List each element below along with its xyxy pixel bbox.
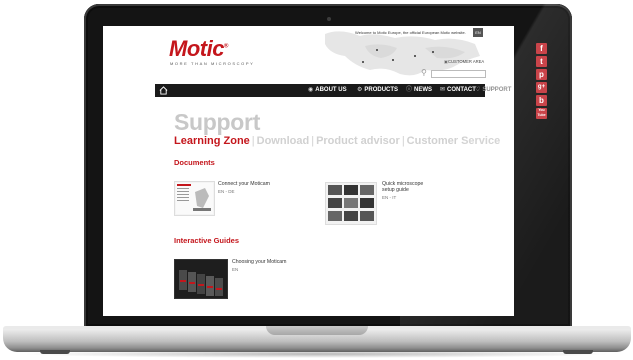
nav-label: CONTACT (447, 87, 476, 93)
laptop-foot (40, 350, 70, 354)
subnav-learning-zone[interactable]: Learning Zone (174, 135, 250, 147)
guide-languages: EN (232, 267, 239, 272)
logo-registered-mark: ® (223, 43, 228, 50)
motic-logo[interactable]: Motic® (169, 36, 228, 62)
logo-text: Motic (169, 36, 224, 61)
customer-area-link[interactable]: CUSTOMER AREA (448, 59, 484, 64)
globe-icon: ◉ (308, 87, 314, 93)
info-icon: ⓘ (406, 87, 413, 93)
home-icon[interactable] (159, 86, 168, 95)
tumblr-icon[interactable]: t (536, 56, 547, 67)
google-plus-icon[interactable]: g+ (536, 82, 547, 93)
nav-label: NEWS (414, 87, 433, 93)
nav-products[interactable]: ⚙ PRODUCTS (357, 84, 398, 97)
welcome-message: Welcome to Motic Europe, the official Eu… (355, 30, 466, 35)
interactive-guides-heading: Interactive Guides (174, 236, 240, 245)
subnav-product-advisor[interactable]: Product advisor (316, 135, 400, 147)
guide-thumbnail-choosing-moticam[interactable] (174, 259, 228, 299)
document-title-quick-setup[interactable]: Quick microscope setup guide (382, 181, 437, 193)
laptop-foot (563, 350, 593, 354)
youtube-icon[interactable]: You Tube (536, 108, 547, 119)
document-languages: EN - IT (382, 195, 397, 200)
chat-icon: ♡ (475, 87, 481, 93)
site-header: Motic® MORE THAN MICROSCOPY Welcome to M… (155, 26, 486, 84)
guide-title-choosing-moticam[interactable]: Choosing your Moticam (232, 259, 312, 265)
subnav-customer-service[interactable]: Customer Service (407, 135, 501, 147)
webcam (327, 17, 331, 21)
pinterest-icon[interactable]: p (536, 69, 547, 80)
subnav-download[interactable]: Download (257, 135, 310, 147)
nav-label: ABOUT US (315, 87, 347, 93)
laptop-screen: Motic® MORE THAN MICROSCOPY Welcome to M… (103, 26, 514, 316)
nav-label: SUPPORT (482, 87, 512, 93)
website-content: Motic® MORE THAN MICROSCOPY Welcome to M… (155, 26, 511, 316)
logo-tagline: MORE THAN MICROSCOPY (170, 61, 255, 66)
main-nav: ◉ ABOUT US ⚙ PRODUCTS ⓘ NEWS ✉ CONTACT ♡ SUPP… (155, 84, 511, 97)
mail-icon: ✉ (440, 87, 446, 93)
nav-label: PRODUCTS (364, 87, 399, 93)
blogger-icon[interactable]: b (536, 95, 547, 106)
support-subnav: Learning Zone | Download | Product advisor | C… (174, 135, 500, 147)
subnav-separator: | (251, 135, 255, 147)
social-sidebar: f t p g+ b You Tube (536, 43, 549, 121)
document-languages: EN - DE (218, 189, 235, 194)
nav-contact[interactable]: ✉ CONTACT (440, 84, 476, 97)
nav-news[interactable]: ⓘ NEWS (406, 84, 432, 97)
nav-about-us[interactable]: ◉ ABOUT US (308, 84, 347, 97)
search-input[interactable] (431, 70, 486, 78)
documents-heading: Documents (174, 158, 215, 167)
subnav-separator: | (401, 135, 405, 147)
microscope-icon: ⚙ (357, 87, 363, 93)
language-button[interactable]: EN (473, 28, 483, 37)
laptop-opening-notch (266, 326, 368, 335)
search-icon[interactable]: ⚲ (421, 69, 427, 77)
document-thumbnail-quick-setup[interactable] (325, 182, 377, 225)
document-title-connect-moticam[interactable]: Connect your Moticam (218, 181, 298, 187)
nav-support[interactable]: ♡ SUPPORT (475, 84, 511, 97)
page-title: Support (174, 109, 261, 135)
facebook-icon[interactable]: f (536, 43, 547, 54)
subnav-separator: | (311, 135, 315, 147)
document-thumbnail-connect-moticam[interactable] (174, 181, 215, 216)
